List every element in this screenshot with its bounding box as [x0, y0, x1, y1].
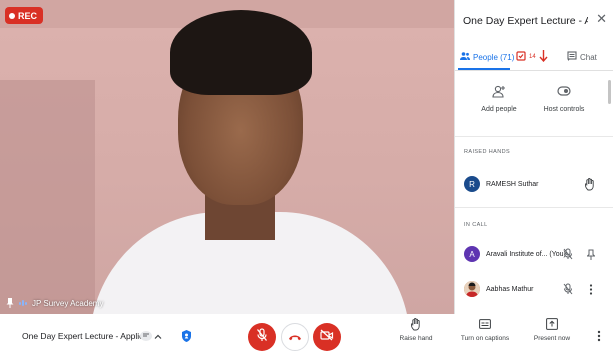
pin-icon[interactable]	[585, 248, 597, 260]
avatar: A	[464, 246, 480, 262]
chat-bubble-icon[interactable]	[140, 331, 152, 341]
present-now-button[interactable]: Present now	[530, 317, 574, 342]
captions-button[interactable]: Turn on captions	[457, 317, 513, 342]
avatar-initial: A	[469, 249, 475, 259]
tab-people-label: People (71)	[473, 52, 515, 62]
panel-tabs: People (71) 14 Chat	[455, 44, 613, 70]
tab-chat-label: Chat	[580, 52, 597, 62]
main-video-tile: REC JP Survey Academy	[0, 0, 454, 314]
bottom-toolbar: One Day Expert Lecture - Applic... Raise…	[0, 314, 613, 362]
participant-name: RAMESH Suthar	[486, 180, 539, 188]
hang-up-icon	[288, 328, 302, 346]
checklist-icon	[516, 51, 526, 63]
host-controls-button[interactable]: Host controls	[529, 84, 599, 113]
add-people-button[interactable]: Add people	[464, 84, 534, 113]
speaker-name: JP Survey Academy	[32, 298, 104, 308]
camera-toggle-button[interactable]	[313, 323, 341, 351]
host-controls-label: Host controls	[543, 106, 585, 113]
audio-level-icon	[19, 300, 27, 306]
tab-activities[interactable]: 14	[516, 44, 548, 70]
add-people-label: Add people	[481, 106, 517, 113]
more-options-icon[interactable]	[597, 330, 601, 342]
leave-call-button[interactable]	[281, 323, 309, 351]
close-icon[interactable]: ✕	[596, 11, 607, 27]
participant-name: Aravali Institute of... (You)	[486, 250, 566, 258]
raised-hand-row[interactable]: R RAMESH Suthar	[455, 170, 613, 198]
add-person-icon	[492, 84, 506, 98]
tab-activities-count: 14	[529, 54, 536, 60]
recording-badge: REC	[5, 7, 44, 24]
participant-row[interactable]: A Aravali Institute of... (You)	[455, 240, 613, 268]
people-icon	[460, 52, 470, 62]
more-options-icon[interactable]	[585, 283, 597, 295]
present-now-label: Present now	[533, 335, 571, 342]
captions-icon	[479, 317, 491, 331]
participant-hair	[170, 10, 312, 95]
mic-toggle-button[interactable]	[248, 323, 276, 351]
raise-hand-button[interactable]: Raise hand	[396, 317, 436, 342]
camera-off-icon	[320, 328, 334, 346]
panel-meeting-title: One Day Expert Lecture - Applicati...	[463, 15, 588, 27]
avatar-initial: R	[469, 179, 475, 189]
tab-people[interactable]: People (71)	[460, 44, 514, 70]
speaker-nameplate: JP Survey Academy	[6, 298, 103, 308]
hand-icon	[410, 317, 422, 331]
participant-name: Aabhas Mathur	[486, 285, 534, 293]
hand-icon[interactable]	[584, 177, 596, 190]
raised-hands-heading: RAISED HANDS	[464, 149, 511, 155]
section-divider	[455, 136, 613, 137]
panel-actions: Add people Host controls	[455, 84, 613, 126]
tabs-divider	[455, 70, 613, 71]
participant-row[interactable]: Aabhas Mathur	[455, 275, 613, 303]
avatar	[464, 281, 480, 297]
host-controls-icon	[557, 84, 571, 98]
present-icon	[546, 317, 558, 331]
section-divider	[455, 207, 613, 208]
mic-off-icon	[256, 327, 268, 347]
captions-label: Turn on captions	[460, 335, 510, 342]
mic-off-icon	[562, 283, 574, 295]
in-call-heading: IN CALL	[464, 222, 488, 228]
shield-icon[interactable]	[180, 328, 192, 343]
recording-dot-icon	[9, 12, 15, 19]
chevron-up-icon[interactable]	[153, 330, 163, 342]
raise-hand-label: Raise hand	[399, 335, 433, 342]
avatar: R	[464, 176, 480, 192]
meeting-title[interactable]: One Day Expert Lecture - Applic...	[22, 331, 151, 341]
arrow-down-icon	[539, 50, 548, 64]
people-panel: One Day Expert Lecture - Applicati... ✕ …	[454, 0, 613, 314]
video-background-door	[0, 80, 95, 314]
panel-scrollbar[interactable]	[608, 80, 611, 104]
mic-off-icon	[562, 248, 574, 260]
pin-icon[interactable]	[6, 298, 14, 308]
recording-label: REC	[18, 10, 38, 21]
chat-icon	[567, 51, 577, 63]
tab-chat[interactable]: Chat	[567, 44, 597, 70]
